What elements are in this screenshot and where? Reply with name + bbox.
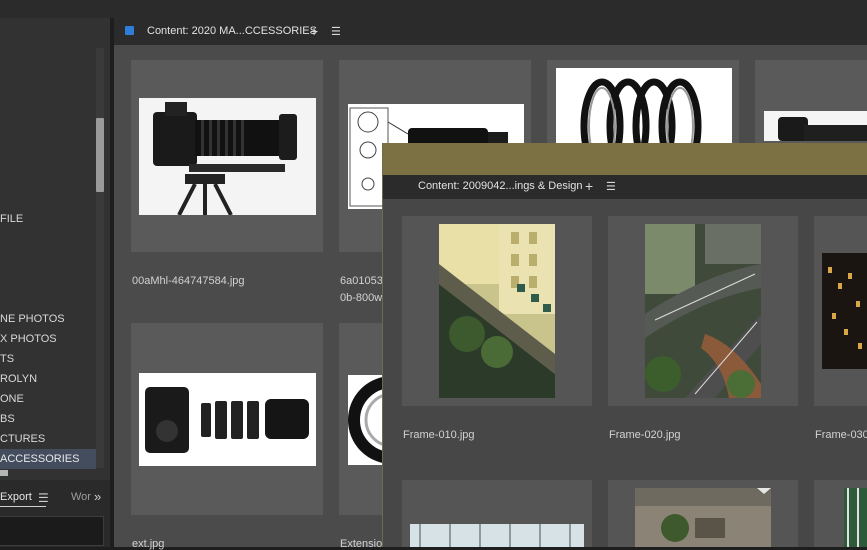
add-tab-icon[interactable]: + bbox=[310, 24, 318, 38]
window-titlebar[interactable] bbox=[383, 143, 867, 175]
export-input-area[interactable] bbox=[0, 516, 104, 546]
folder-item-selected[interactable]: ACCESSORIES bbox=[0, 449, 96, 469]
floating-content-window: Content: 2009042...ings & Design + ☰ Fra… bbox=[382, 143, 867, 547]
floating-panel-header: Content: 2009042...ings & Design + ☰ bbox=[383, 175, 867, 199]
file-name-label: Frame-020.jpg bbox=[609, 429, 681, 441]
folders-panel: FILE NE PHOTOS X PHOTOS TS ROLYN ONE BS … bbox=[0, 18, 110, 480]
thumbnail-image bbox=[139, 373, 316, 466]
thumbnail-image bbox=[410, 524, 584, 547]
thumbnail-card[interactable] bbox=[814, 216, 867, 406]
thumbnail-image bbox=[764, 111, 867, 141]
thumbnail-card[interactable] bbox=[131, 323, 323, 515]
floating-panel-title[interactable]: Content: 2009042...ings & Design bbox=[418, 180, 583, 192]
folder-item[interactable]: ROLYN bbox=[0, 369, 96, 389]
double-chevron-icon[interactable]: » bbox=[94, 489, 101, 504]
active-tab-indicator bbox=[0, 506, 46, 507]
file-name-label: 0b-800w bbox=[340, 292, 383, 304]
thumbnail-card[interactable] bbox=[131, 60, 323, 252]
floating-panel-body: Frame-010.jpg Frame-020.jpg Frame-030 bbox=[383, 199, 867, 547]
tab-export[interactable]: Export bbox=[0, 491, 32, 503]
file-name-label: 6a01053 bbox=[340, 275, 383, 287]
thumbnail-card[interactable] bbox=[814, 480, 867, 547]
panel-color-label-icon bbox=[125, 26, 134, 35]
folder-list: FILE NE PHOTOS X PHOTOS TS ROLYN ONE BS … bbox=[0, 18, 96, 469]
folder-item[interactable]: X PHOTOS bbox=[0, 329, 96, 349]
thumbnail-card[interactable] bbox=[402, 216, 592, 406]
file-name-label: Frame-030 bbox=[815, 429, 867, 441]
thumbnail-card[interactable] bbox=[608, 216, 798, 406]
file-name-label: Extensio bbox=[340, 538, 383, 550]
thumbnail-card[interactable] bbox=[402, 480, 592, 547]
add-tab-icon[interactable]: + bbox=[585, 179, 593, 193]
thumbnail-image bbox=[556, 68, 732, 148]
scrollbar-thumb[interactable] bbox=[96, 118, 104, 192]
panel-menu-icon[interactable]: ☰ bbox=[606, 181, 616, 193]
folder-item[interactable]: BS bbox=[0, 409, 96, 429]
panel-menu-icon[interactable]: ☰ bbox=[38, 491, 49, 505]
thumbnail-image bbox=[645, 224, 761, 398]
folder-scrollbar[interactable] bbox=[96, 48, 104, 468]
thumbnail-image bbox=[822, 253, 867, 369]
app-top-bar bbox=[0, 0, 867, 18]
folder-item[interactable]: CTURES bbox=[0, 429, 96, 449]
folder-item[interactable]: ONE bbox=[0, 389, 96, 409]
thumbnail-image bbox=[139, 98, 316, 215]
file-name-label: Frame-010.jpg bbox=[403, 429, 475, 441]
horizontal-scroll-thumb[interactable] bbox=[0, 470, 8, 476]
panel-menu-icon[interactable]: ☰ bbox=[331, 26, 341, 38]
tab-workspace[interactable]: Wor bbox=[71, 491, 91, 503]
file-name-label: 00aMhl-464747584.jpg bbox=[132, 275, 245, 287]
thumbnail-image bbox=[844, 488, 867, 547]
folder-item[interactable]: NE PHOTOS bbox=[0, 309, 96, 329]
folder-item[interactable]: TS bbox=[0, 349, 96, 369]
thumbnail-image bbox=[439, 224, 555, 398]
content-panel-title[interactable]: Content: 2020 MA...CCESSORIES bbox=[147, 25, 317, 37]
file-name-label: ext.jpg bbox=[132, 538, 165, 550]
thumbnail-image bbox=[635, 488, 771, 547]
folder-item[interactable]: FILE bbox=[0, 209, 96, 229]
folder-item[interactable] bbox=[0, 229, 96, 249]
bottom-panel-tabs: Export ☰ Wor » bbox=[0, 480, 110, 547]
content-panel-header: Content: 2020 MA...CCESSORIES + ☰ bbox=[114, 18, 867, 45]
thumbnail-card[interactable] bbox=[608, 480, 798, 547]
